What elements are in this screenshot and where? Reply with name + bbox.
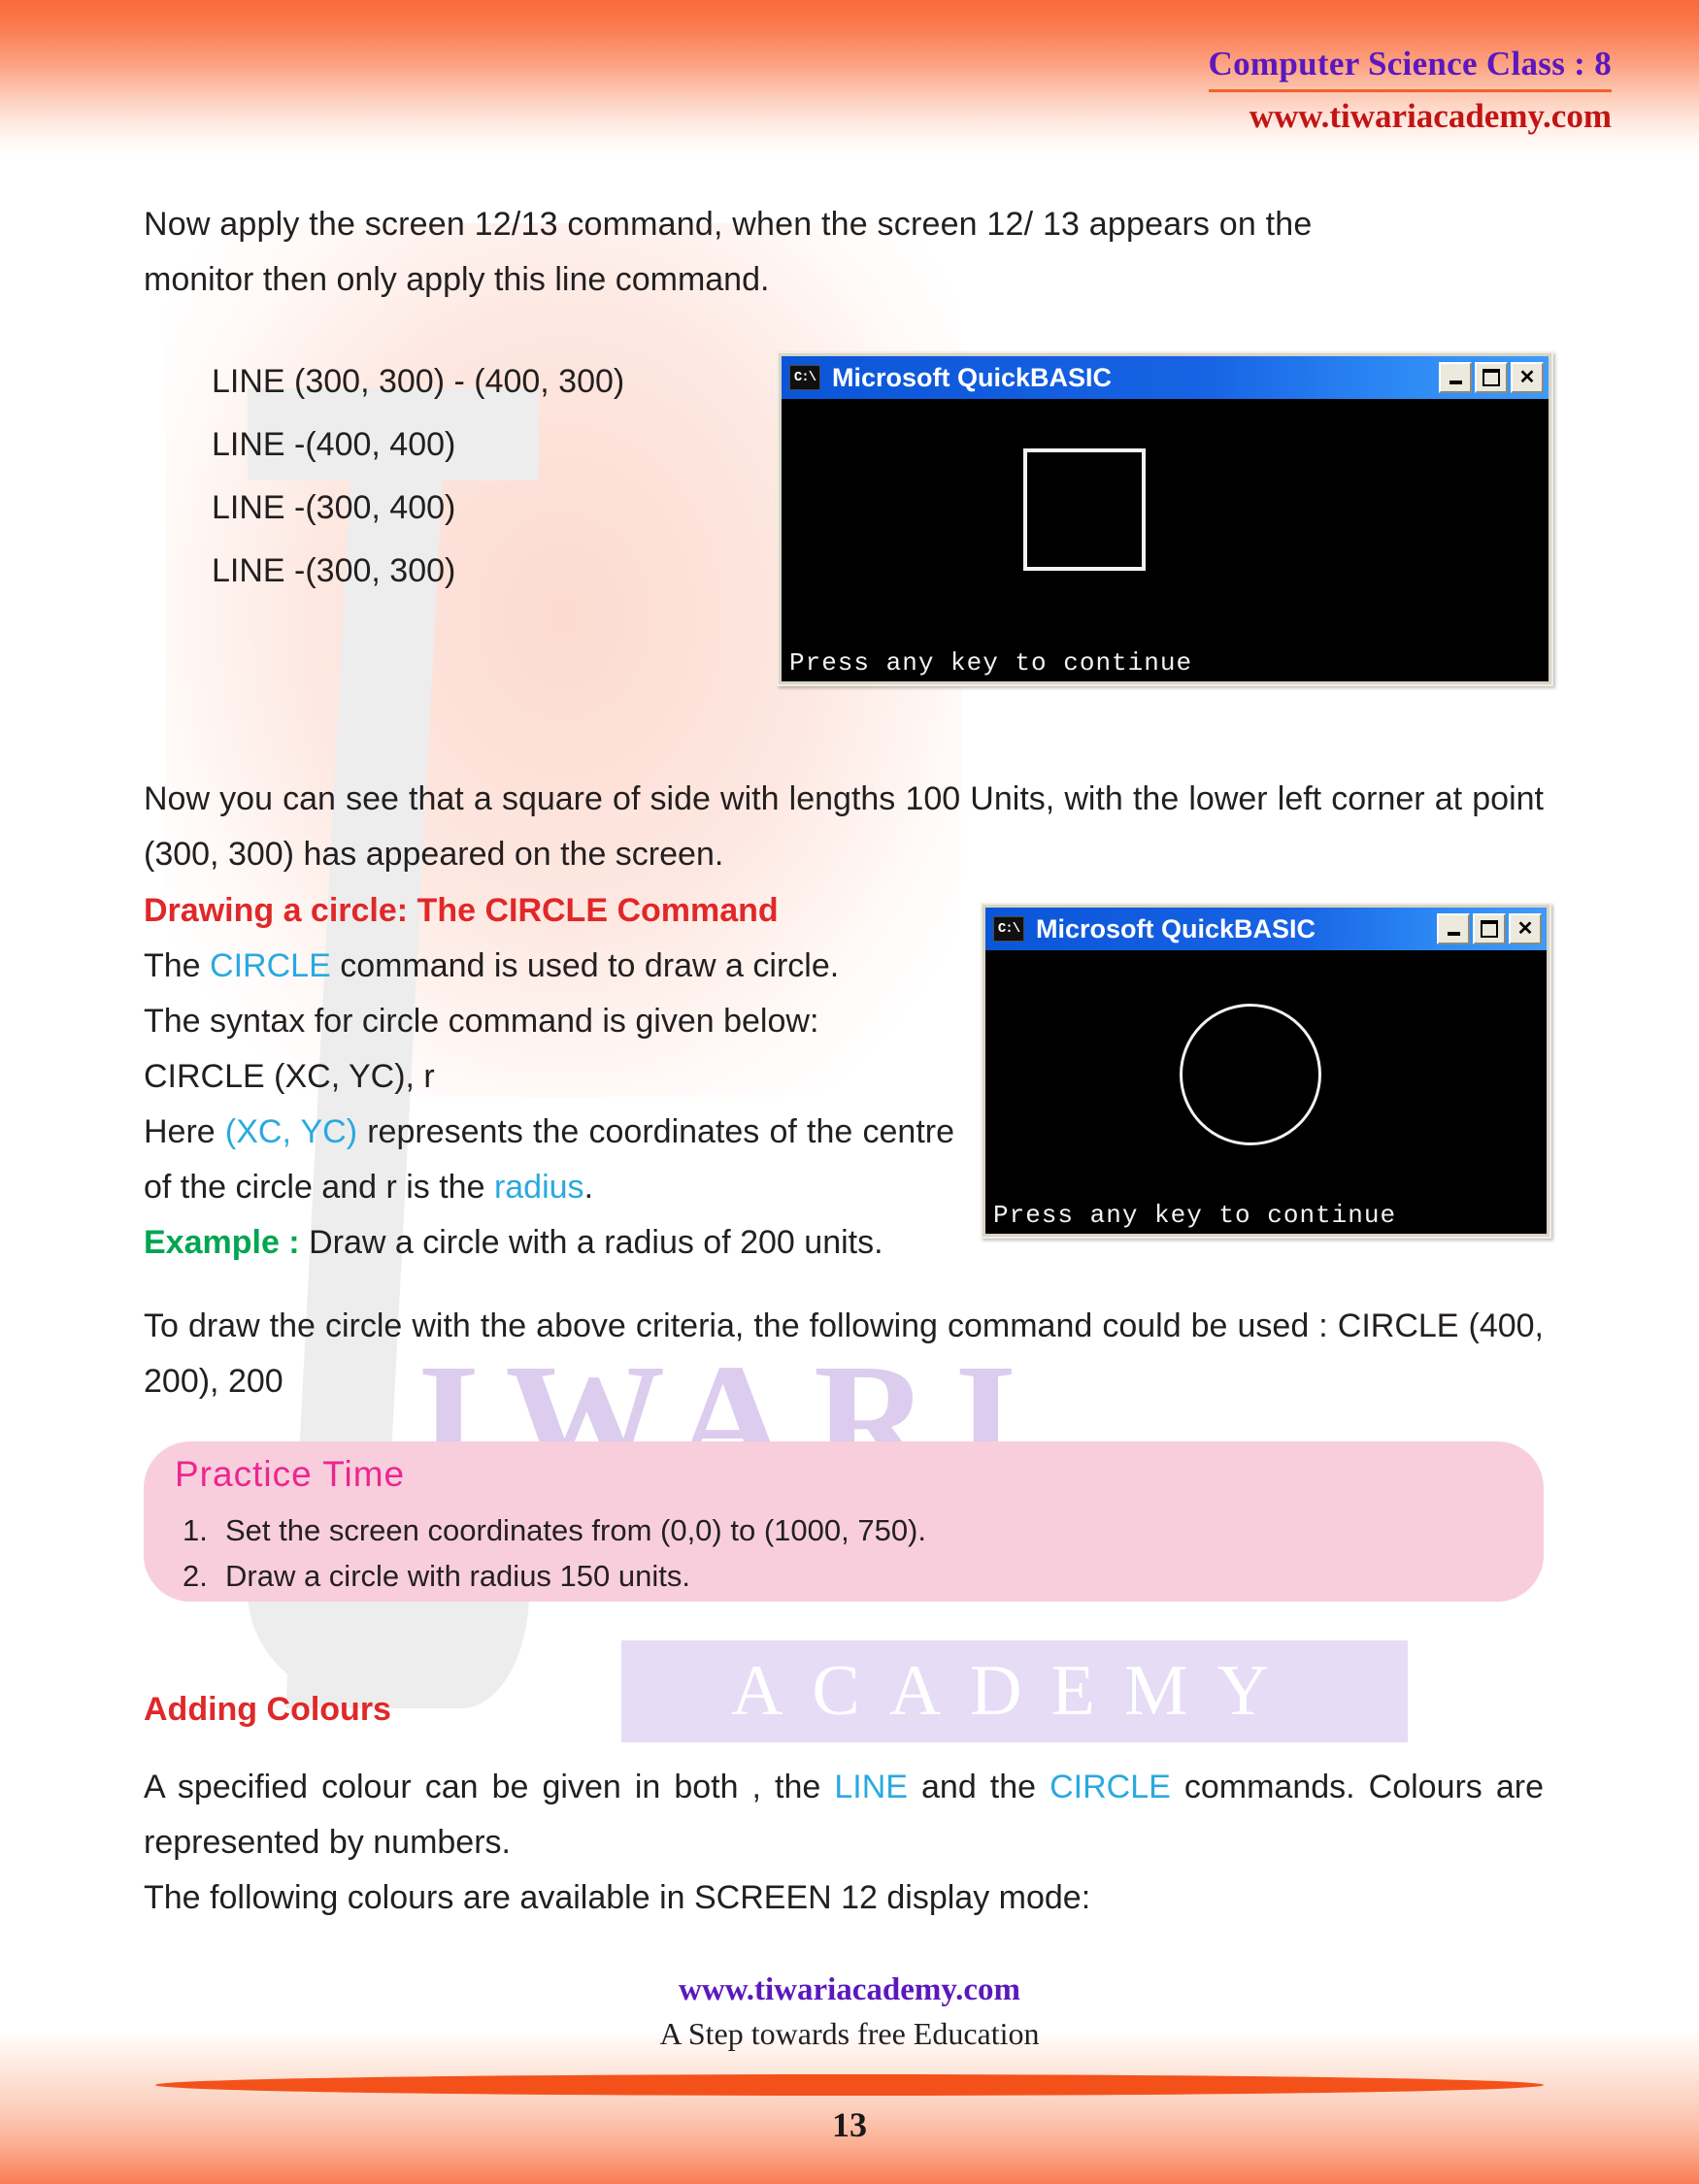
- window-status-text: Press any key to continue: [993, 1201, 1397, 1230]
- circle-syntax-lead: The syntax for circle command is given b…: [144, 1003, 819, 1040]
- circle-syntax: CIRCLE (XC, YC), r: [144, 1058, 435, 1095]
- line-command-item: LINE -(300, 300): [212, 552, 456, 589]
- screen-mode-note: The following colours are available in S…: [144, 1879, 1091, 1916]
- maximize-button[interactable]: [1473, 913, 1506, 944]
- maximize-button[interactable]: [1475, 362, 1508, 393]
- practice-item-number: 2.: [183, 1559, 208, 1593]
- window-title: Microsoft QuickBASIC: [1036, 913, 1316, 943]
- window-screen-area: Press any key to continue: [985, 950, 1547, 1234]
- close-button[interactable]: ✕: [1509, 913, 1542, 944]
- circle-expl-post: .: [583, 1169, 594, 1206]
- list-item: 2. Draw a circle with radius 150 units.: [183, 1553, 926, 1599]
- window-titlebar[interactable]: C:\ Microsoft QuickBASIC ✕: [985, 908, 1547, 950]
- example-label: Example :: [144, 1224, 300, 1261]
- circle-explanation: Here (XC, YC) represents the coordinates…: [144, 1105, 954, 1215]
- circle-keyword: CIRCLE: [210, 947, 331, 984]
- footer-website: www.tiwariacademy.com: [679, 1972, 1020, 2007]
- intro-line-2: monitor then only apply this line comman…: [144, 261, 770, 298]
- page-footer: www.tiwariacademy.com A Step towards fre…: [0, 1972, 1699, 2052]
- practice-time-box: Practice Time 1. Set the screen coordinat…: [144, 1441, 1544, 1602]
- square-note-block: Now you can see that a square of side wi…: [144, 772, 1544, 882]
- footer-tagline: A Step towards free Education: [659, 2016, 1040, 2051]
- colours-body-block: A specified colour can be given in both …: [144, 1760, 1544, 1926]
- close-icon: ✕: [1518, 367, 1536, 388]
- line-command-list: LINE (300, 300) - (400, 300) LINE -(400,…: [212, 354, 624, 607]
- circle-section-block: Drawing a circle: The CIRCLE Command The…: [144, 883, 954, 1271]
- close-icon: ✕: [1516, 918, 1534, 940]
- window-controls: ✕: [1439, 362, 1544, 393]
- circle-intro-pre: The: [144, 947, 211, 984]
- window-titlebar[interactable]: C:\ Microsoft QuickBASIC ✕: [782, 356, 1549, 399]
- minimize-button[interactable]: [1437, 913, 1470, 944]
- drawn-square-shape: [1023, 448, 1146, 571]
- square-note-text: Now you can see that a square of side wi…: [144, 780, 1544, 873]
- list-item: 1. Set the screen coordinates from (0,0) …: [183, 1507, 926, 1553]
- colours-text-b: and the: [907, 1769, 1050, 1805]
- line-keyword: LINE: [834, 1769, 908, 1805]
- header-website: www.tiwariacademy.com: [1249, 97, 1612, 135]
- practice-item-number: 1.: [183, 1513, 208, 1547]
- window-title: Microsoft QuickBASIC: [832, 362, 1113, 392]
- circle-coords-keyword: (XC, YC): [224, 1113, 358, 1150]
- drawn-circle-shape: [1180, 1004, 1321, 1145]
- intro-line-1: Now apply the screen 12/13 command, when…: [144, 206, 1313, 243]
- header-title: Computer Science Class : 8: [1208, 45, 1612, 83]
- circle-intro-paragraph: The CIRCLE command is used to draw a cir…: [144, 939, 954, 994]
- quickbasic-window-square[interactable]: C:\ Microsoft QuickBASIC ✕ Press any key…: [777, 351, 1553, 686]
- page-header: Computer Science Class : 8 www.tiwariaca…: [1208, 45, 1612, 136]
- close-button[interactable]: ✕: [1511, 362, 1544, 393]
- document-page: IWARI ACADEMY Computer Science Class : 8…: [0, 0, 1699, 2184]
- maximize-icon: [1482, 369, 1500, 386]
- quickbasic-window-circle[interactable]: C:\ Microsoft QuickBASIC ✕ Press any key…: [981, 903, 1551, 1239]
- line-command-item: LINE -(300, 400): [212, 489, 456, 526]
- example-text: Draw a circle with a radius of 200 units…: [299, 1224, 883, 1261]
- circle-command-example-text: To draw the circle with the above criter…: [144, 1307, 1544, 1400]
- line-command-item: LINE -(400, 400): [212, 426, 456, 463]
- minimize-icon: [1449, 380, 1462, 384]
- page-number: 13: [832, 2105, 867, 2144]
- circle-section-heading: Drawing a circle: The CIRCLE Command: [144, 883, 954, 939]
- intro-paragraph-block: Now apply the screen 12/13 command, when…: [144, 197, 1544, 308]
- colours-paragraph: A specified colour can be given in both …: [144, 1760, 1544, 1870]
- circle-keyword-2: CIRCLE: [1049, 1769, 1171, 1805]
- footer-divider: [155, 2074, 1544, 2096]
- practice-time-title: Practice Time: [175, 1454, 406, 1494]
- colours-section-heading: Adding Colours: [144, 1682, 1544, 1737]
- radius-keyword: radius: [493, 1169, 584, 1206]
- practice-item-text: Draw a circle with radius 150 units.: [225, 1559, 690, 1593]
- circle-expl-pre: Here: [144, 1113, 225, 1150]
- colours-heading-text: Adding Colours: [144, 1691, 391, 1728]
- line-command-item: LINE (300, 300) - (400, 300): [212, 363, 625, 400]
- window-status-text: Press any key to continue: [789, 648, 1193, 678]
- circle-example-line: Example : Draw a circle with a radius of…: [144, 1215, 954, 1271]
- maximize-icon: [1481, 920, 1498, 938]
- practice-task-list: 1. Set the screen coordinates from (0,0) …: [183, 1507, 926, 1599]
- window-controls: ✕: [1437, 913, 1542, 944]
- header-divider: [1208, 89, 1612, 92]
- circle-heading-text: Drawing a circle: The CIRCLE Command: [144, 892, 779, 929]
- console-icon: C:\: [993, 916, 1024, 942]
- practice-item-text: Set the screen coordinates from (0,0) to…: [225, 1513, 926, 1547]
- circle-intro-post: command is used to draw a circle.: [330, 947, 840, 984]
- window-screen-area: Press any key to continue: [782, 399, 1549, 681]
- minimize-button[interactable]: [1439, 362, 1472, 393]
- colours-text-a: A specified colour can be given in both …: [144, 1769, 835, 1805]
- minimize-icon: [1447, 931, 1460, 936]
- console-icon: C:\: [789, 365, 820, 390]
- circle-command-example-block: To draw the circle with the above criter…: [144, 1299, 1544, 1409]
- colours-section-block: Adding Colours: [144, 1682, 1544, 1737]
